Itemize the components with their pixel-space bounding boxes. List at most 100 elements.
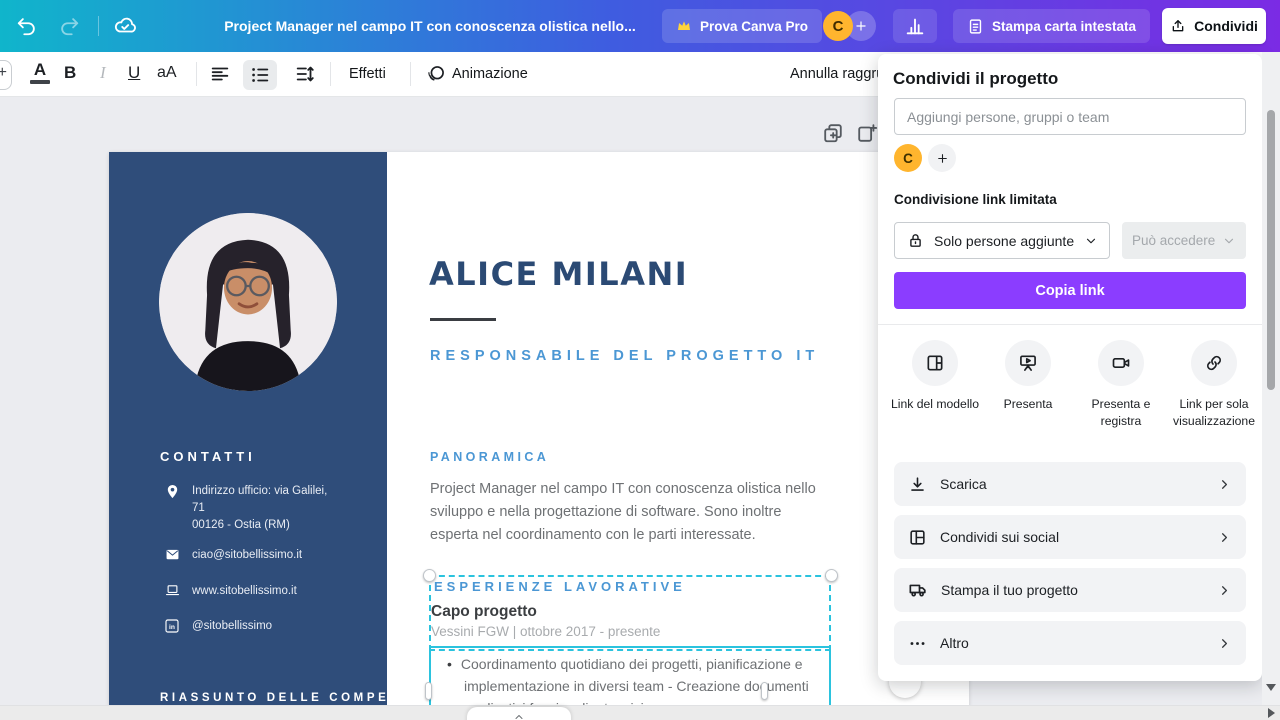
scroll-right-arrow-icon[interactable] (1268, 708, 1275, 718)
vertical-scrollbar[interactable] (1262, 52, 1280, 705)
font-size-stepper[interactable]: + (0, 60, 12, 90)
contact-linkedin[interactable]: in @sitobellissimo (164, 618, 272, 635)
present-record-icon (1111, 353, 1131, 373)
share-button[interactable]: Condividi (1162, 8, 1266, 44)
menu-item-more[interactable]: Altro (894, 621, 1246, 665)
animate-button[interactable] (426, 64, 446, 84)
toolbar-divider (196, 62, 197, 86)
contact-address[interactable]: Indirizzo ufficio: via Galilei, 71 00126… (165, 483, 327, 534)
animation-icon (426, 64, 446, 84)
linkedin-value: @sitobellissimo (192, 618, 272, 635)
print-letterhead-label: Stampa carta intestata (992, 19, 1136, 34)
share-panel: Condividi il progetto C Condivisione lin… (878, 54, 1262, 681)
underline-button[interactable]: U (128, 63, 140, 83)
copy-link-button[interactable]: Copia link (894, 272, 1246, 309)
animate-label: Animazione (452, 66, 528, 82)
profile-photo[interactable] (159, 213, 337, 391)
resume-name[interactable]: ALICE MILANI (429, 255, 688, 293)
duplicate-page-button[interactable] (822, 122, 844, 144)
link-access-dropdown[interactable]: Solo persone aggiunte (894, 222, 1110, 259)
contacts-heading[interactable]: CONTATTI (160, 449, 256, 464)
present-icon (1018, 353, 1038, 373)
menu-item-label: Altro (940, 635, 969, 651)
share-people-input[interactable] (894, 98, 1246, 135)
menu-item-label: Stampa il tuo progetto (941, 582, 1078, 598)
template-link-icon (925, 353, 945, 373)
document-icon (967, 18, 984, 35)
contact-website[interactable]: www.sitobellissimo.it (165, 583, 297, 600)
selection-side-handle[interactable] (761, 682, 768, 700)
quick-action-label: Presenta (1004, 396, 1053, 413)
bullet-list-button[interactable] (243, 60, 277, 90)
print-letterhead-button[interactable]: Stampa carta intestata (953, 9, 1150, 43)
plus-icon: + (0, 64, 7, 82)
selection-side-handle[interactable] (425, 682, 432, 700)
quick-action-template-link[interactable]: Link del modello (887, 340, 983, 413)
add-people-button[interactable] (928, 144, 956, 172)
job-title[interactable]: Capo progetto (431, 603, 537, 621)
shared-user-avatar[interactable]: C (894, 144, 922, 172)
address-line: 00126 - Ostia (RM) (192, 517, 327, 534)
link-permission-dropdown[interactable]: Può accedere (1122, 222, 1246, 259)
overview-heading[interactable]: PANORAMICA (430, 450, 549, 464)
download-icon (908, 475, 927, 494)
resume-page[interactable]: CONTATTI Indirizzo ufficio: via Galilei,… (109, 152, 969, 720)
experience-heading[interactable]: ESPERIENZE LAVORATIVE (434, 579, 686, 594)
menu-item-download[interactable]: Scarica (894, 462, 1246, 506)
quick-action-view-only-link[interactable]: Link per sola visualizzazione (1166, 340, 1262, 430)
plus-icon (936, 152, 949, 165)
quick-action-label: Link per sola visualizzazione (1166, 396, 1262, 430)
overview-paragraph[interactable]: Project Manager nel campo IT con conosce… (430, 478, 816, 547)
selection-corner-handle[interactable] (825, 569, 838, 582)
topbar-divider (98, 16, 99, 36)
text-case-button[interactable]: aA (157, 64, 177, 82)
add-page-icon (856, 122, 878, 144)
user-avatar[interactable]: C (823, 11, 853, 41)
chevron-down-icon (1084, 234, 1098, 248)
vertical-scrollbar-thumb[interactable] (1267, 110, 1275, 390)
topbar: Project Manager nel campo IT con conosce… (0, 0, 1280, 52)
resume-role[interactable]: RESPONSABILE DEL PROGETTO IT (430, 348, 819, 364)
plus-icon (854, 19, 868, 33)
chevron-up-icon (513, 711, 525, 720)
print-delivery-icon (908, 580, 928, 600)
align-button[interactable] (209, 63, 231, 85)
selection-corner-handle[interactable] (423, 569, 436, 582)
link-sharing-label: Condivisione link limitata (894, 192, 1057, 207)
text-color-button[interactable]: A (30, 60, 50, 84)
redo-button[interactable] (56, 13, 82, 39)
skills-heading[interactable]: RIASSUNTO DELLE COMPETENZE (160, 692, 445, 704)
save-status-button[interactable] (112, 13, 138, 39)
overview-line: Project Manager nel campo IT con conosce… (430, 478, 816, 501)
menu-item-print-project[interactable]: Stampa il tuo progetto (894, 568, 1246, 612)
link-permission-value: Può accedere (1132, 233, 1215, 248)
line-spacing-button[interactable] (294, 63, 316, 85)
quick-action-present-record[interactable]: Presenta e registra (1073, 340, 1169, 430)
add-page-button[interactable] (856, 122, 878, 144)
job-meta[interactable]: Vessini FGW | ottobre 2017 - presente (431, 624, 660, 639)
quick-action-present[interactable]: Presenta (980, 340, 1076, 413)
menu-item-label: Condividi sui social (940, 529, 1059, 545)
try-canva-pro-button[interactable]: Prova Canva Pro (662, 9, 822, 43)
bar-chart-icon (904, 15, 926, 37)
address-line: 71 (192, 500, 327, 517)
duplicate-page-icon (822, 122, 844, 144)
chevron-right-icon (1217, 477, 1232, 492)
toolbar-divider (330, 62, 331, 86)
bold-button[interactable]: B (64, 63, 76, 83)
italic-button[interactable]: I (100, 63, 106, 83)
crown-icon (676, 18, 692, 34)
effects-button[interactable]: Effetti (349, 66, 386, 82)
page-controls-pill[interactable] (467, 707, 571, 720)
scroll-down-arrow-icon[interactable] (1266, 684, 1276, 691)
undo-button[interactable] (14, 13, 40, 39)
contact-email[interactable]: ciao@sitobellissimo.it (165, 547, 302, 564)
insights-button[interactable] (893, 9, 937, 43)
redo-icon (58, 15, 80, 37)
laptop-icon (165, 583, 180, 600)
horizontal-scrollbar[interactable] (0, 705, 1280, 720)
design-title[interactable]: Project Manager nel campo IT con conosce… (150, 0, 710, 52)
try-canva-pro-label: Prova Canva Pro (700, 19, 808, 34)
menu-item-share-social[interactable]: Condividi sui social (894, 515, 1246, 559)
overview-line: sviluppo e nella progettazione di softwa… (430, 501, 816, 524)
